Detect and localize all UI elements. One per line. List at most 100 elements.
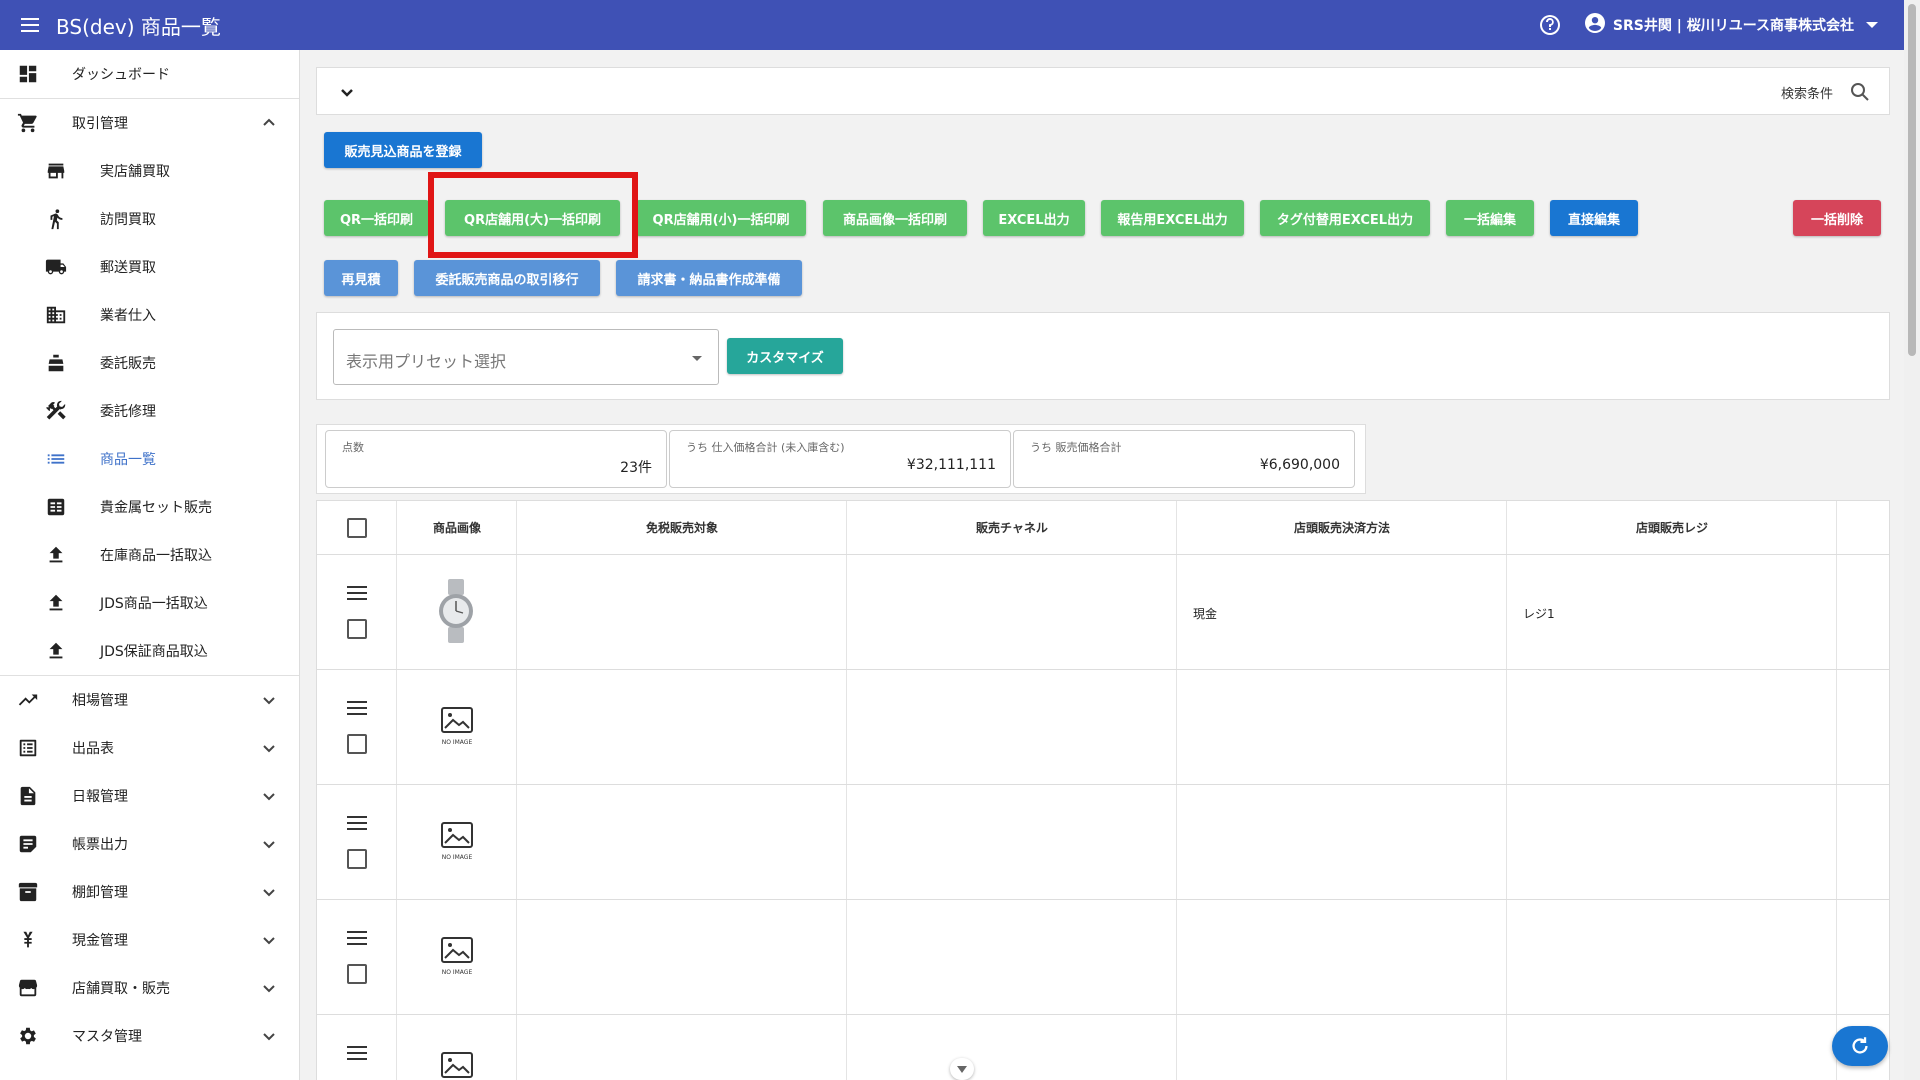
sidebar-item-market[interactable]: 相場管理	[0, 676, 299, 724]
sidebar-item-label: JDS商品一括取込	[100, 596, 208, 612]
table-row[interactable]: 現金 レジ1	[317, 555, 1889, 670]
sidebar-item-inventory[interactable]: 棚卸管理	[0, 868, 299, 916]
qr-store-small-print-button[interactable]: QR店舗用(小)一括印刷	[636, 200, 806, 236]
report-excel-export-button[interactable]: 報告用EXCEL出力	[1101, 200, 1244, 236]
register-expected-product-button[interactable]: 販売見込商品を登録	[324, 132, 482, 168]
truck-icon	[45, 256, 67, 278]
table-row[interactable]: NO IMAGE	[317, 785, 1889, 900]
sidebar-item-consign-sale[interactable]: 委託販売	[0, 339, 299, 387]
sidebar-item-listing[interactable]: 出品表	[0, 724, 299, 772]
sidebar-item-vendor[interactable]: 業者仕入	[0, 291, 299, 339]
sidebar-item-jds-import[interactable]: JDS商品一括取込	[0, 579, 299, 627]
excel-export-button[interactable]: EXCEL出力	[983, 200, 1085, 236]
row-checkbox[interactable]	[347, 734, 367, 754]
chevron-up-icon	[261, 115, 277, 131]
search-icon[interactable]	[1849, 81, 1871, 103]
reestimate-button[interactable]: 再見積	[324, 260, 398, 296]
sidebar-item-label: 商品一覧	[100, 452, 156, 468]
drag-handle-icon[interactable]	[347, 1045, 367, 1061]
column-header-register[interactable]: 店頭販売レジ	[1507, 519, 1837, 536]
drag-handle-icon[interactable]	[347, 585, 367, 601]
sidebar-item-visit-purchase[interactable]: 訪問買取	[0, 195, 299, 243]
consign-transfer-button[interactable]: 委託販売商品の取引移行	[414, 260, 600, 296]
qr-bulk-print-button[interactable]: QR一括印刷	[324, 200, 429, 236]
column-header-tax-free[interactable]: 免税販売対象	[517, 519, 847, 536]
chevron-down-icon	[261, 884, 277, 900]
no-image-icon	[441, 1052, 473, 1078]
scroll-down-button[interactable]	[950, 1058, 974, 1080]
sidebar-item-dashboard[interactable]: ダッシュボード	[0, 50, 299, 98]
refresh-icon	[1852, 1037, 1868, 1054]
bulk-delete-button[interactable]: 一括削除	[1793, 200, 1881, 236]
scrollbar-thumb[interactable]	[1908, 4, 1916, 356]
direct-edit-button[interactable]: 直接編集	[1550, 200, 1638, 236]
table-row[interactable]: NO IMAGE	[317, 670, 1889, 785]
sidebar-item-store-trade[interactable]: 店舗買取・販売	[0, 964, 299, 1012]
customize-button[interactable]: カスタマイズ	[727, 338, 843, 374]
refresh-button[interactable]	[1832, 1026, 1888, 1066]
select-all-checkbox[interactable]	[347, 518, 367, 538]
column-header-payment[interactable]: 店頭販売決済方法	[1177, 519, 1507, 536]
watch-product-image[interactable]	[435, 579, 477, 643]
upload-icon	[45, 592, 67, 614]
sidebar-item-product-list[interactable]: 商品一覧	[0, 435, 299, 483]
row-checkbox[interactable]	[347, 619, 367, 639]
chevron-down-icon	[261, 692, 277, 708]
walk-icon	[45, 208, 67, 230]
stat-sales-total: うち 販売価格合計 ¥6,690,000	[1013, 430, 1355, 488]
sidebar-item-forms[interactable]: 帳票出力	[0, 820, 299, 868]
sidebar-item-precious-metal[interactable]: 貴金属セット販売	[0, 483, 299, 531]
sidebar-item-stock-import[interactable]: 在庫商品一括取込	[0, 531, 299, 579]
sidebar-item-label: 実店舗買取	[100, 164, 170, 180]
sidebar-item-store-purchase[interactable]: 実店舗買取	[0, 147, 299, 195]
chevron-down-icon	[261, 740, 277, 756]
search-conditions-label[interactable]: 検索条件	[1781, 83, 1833, 102]
no-image-icon: NO IMAGE	[441, 937, 473, 976]
sidebar-item-label: 業者仕入	[100, 308, 156, 324]
tools-icon	[45, 400, 67, 422]
no-image-icon: NO IMAGE	[441, 707, 473, 746]
bulk-edit-button[interactable]: 一括編集	[1446, 200, 1534, 236]
table-row[interactable]	[317, 1015, 1889, 1080]
sidebar-item-label: 郵送買取	[100, 260, 156, 276]
sidebar: ダッシュボード 取引管理 実店舗買取 訪問買取 郵送買取 業者仕入 委託販売 委…	[0, 50, 300, 1080]
row-checkbox[interactable]	[347, 849, 367, 869]
sidebar-item-label: 出品表	[72, 741, 114, 757]
drag-handle-icon[interactable]	[347, 815, 367, 831]
help-icon[interactable]	[1537, 12, 1563, 38]
app-bar: BS(dev) 商品一覧 SRS井関 | 桜川リユース商事株式会社	[0, 0, 1920, 50]
table-row[interactable]: NO IMAGE	[317, 900, 1889, 1015]
sidebar-item-trade[interactable]: 取引管理	[0, 99, 299, 147]
table-header: 商品画像 免税販売対象 販売チャネル 店頭販売決済方法 店頭販売レジ	[317, 501, 1889, 555]
dashboard-icon	[17, 63, 39, 85]
chevron-down-icon	[261, 836, 277, 852]
page-scrollbar[interactable]	[1904, 0, 1920, 1080]
qr-store-large-print-button[interactable]: QR店舗用(大)一括印刷	[445, 200, 620, 236]
menu-icon[interactable]	[16, 11, 44, 39]
chevron-down-icon	[261, 980, 277, 996]
chevron-down-icon[interactable]	[337, 82, 357, 102]
sidebar-item-cash[interactable]: 現金管理	[0, 916, 299, 964]
column-header-channel[interactable]: 販売チャネル	[847, 519, 1177, 536]
drag-handle-icon[interactable]	[347, 700, 367, 716]
tag-excel-export-button[interactable]: タグ付替用EXCEL出力	[1260, 200, 1430, 236]
sidebar-item-label: 委託修理	[100, 404, 156, 420]
product-image-print-button[interactable]: 商品画像一括印刷	[823, 200, 967, 236]
sidebar-item-consign-repair[interactable]: 委託修理	[0, 387, 299, 435]
preset-placeholder: 表示用プリセット選択	[346, 352, 507, 371]
user-menu[interactable]: SRS井関 | 桜川リユース商事株式会社	[1583, 11, 1878, 39]
column-header-image[interactable]: 商品画像	[397, 519, 517, 536]
sidebar-item-daily-report[interactable]: 日報管理	[0, 772, 299, 820]
upload-icon	[45, 640, 67, 662]
sidebar-item-master[interactable]: マスタ管理	[0, 1012, 299, 1060]
sidebar-item-mail-purchase[interactable]: 郵送買取	[0, 243, 299, 291]
sidebar-item-label: 在庫商品一括取込	[100, 548, 212, 564]
stat-value: ¥32,111,111	[906, 457, 996, 473]
row-checkbox[interactable]	[347, 964, 367, 984]
preset-select[interactable]: 表示用プリセット選択	[333, 329, 719, 385]
list-icon	[45, 448, 67, 470]
sidebar-item-jds-warranty[interactable]: JDS保証商品取込	[0, 627, 299, 675]
invoice-prepare-button[interactable]: 請求書・納品書作成準備	[616, 260, 802, 296]
sidebar-item-label: 棚卸管理	[72, 885, 128, 901]
drag-handle-icon[interactable]	[347, 930, 367, 946]
